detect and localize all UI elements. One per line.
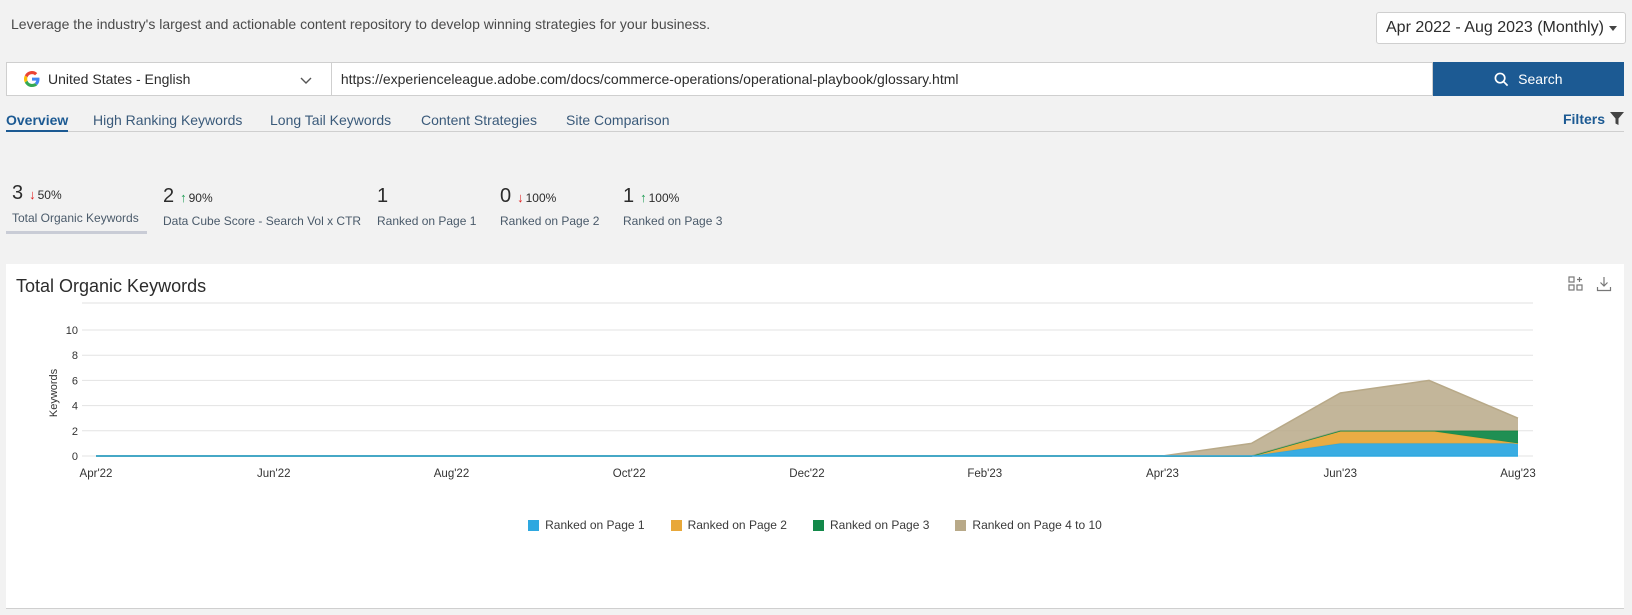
url-input[interactable] <box>330 62 1433 96</box>
caret-down-icon <box>1609 26 1617 31</box>
y-tick-label: 4 <box>72 401 78 413</box>
google-icon <box>24 71 40 87</box>
legend-label: Ranked on Page 3 <box>829 518 930 532</box>
legend-label: Ranked on Page 1 <box>545 518 645 532</box>
y-tick-label: 0 <box>72 451 78 463</box>
legend-item[interactable]: Ranked on Page 2 <box>670 518 787 532</box>
tab-site-comparison[interactable]: Site Comparison <box>566 112 670 128</box>
arrow-up-icon: ↑ <box>640 190 647 205</box>
search-bar: United States - English Search <box>6 62 1624 96</box>
search-icon <box>1494 72 1509 86</box>
chevron-down-icon <box>300 77 312 84</box>
y-tick-label: 8 <box>72 350 78 362</box>
page-tagline: Leverage the industry's largest and acti… <box>11 16 711 32</box>
chart-card: 0 2 4 6 8 10 Keywords Apr'22 Jun'22 Aug'22 Oct'22 D… <box>6 264 1624 609</box>
kpi-value: 3 <box>12 182 24 204</box>
x-tick-label: Apr'22 <box>80 468 113 480</box>
legend-swatch <box>670 519 682 531</box>
date-range-select[interactable]: Apr 2022 - Aug 2023 (Monthly) <box>1376 12 1626 44</box>
arrow-up-icon: ↑ <box>180 190 187 205</box>
filters-button[interactable]: Filters <box>1563 111 1624 127</box>
kpi-change: ↓ 100% <box>517 190 556 205</box>
legend-swatch <box>955 519 967 531</box>
x-tick-label: Dec'22 <box>789 468 824 480</box>
kpi-change-value: 100% <box>525 190 557 205</box>
filter-icon <box>1610 112 1624 125</box>
y-tick-label: 2 <box>72 426 78 438</box>
legend-label: Ranked on Page 4 to 10 <box>972 518 1102 532</box>
kpi-change-value: 50% <box>37 187 62 202</box>
x-tick-label: Aug'22 <box>434 468 469 480</box>
kpi-label: Data Cube Score - Search Vol x CTR <box>163 214 362 228</box>
kpi-data-cube-score[interactable]: 2 ↑ 90% Data Cube Score - Search Vol x CT… <box>163 185 361 228</box>
locale-value: United States - English <box>48 71 191 87</box>
x-tick-label: Jun'23 <box>1323 468 1357 480</box>
kpi-change: ↓ 50% <box>29 187 62 202</box>
add-to-dashboard-icon[interactable] <box>1568 276 1584 297</box>
x-tick-label: Aug'23 <box>1500 468 1535 480</box>
download-icon[interactable] <box>1596 276 1612 297</box>
kpi-change: ↑ 100% <box>640 190 679 205</box>
locale-select[interactable]: United States - English <box>6 62 331 96</box>
legend-item[interactable]: Ranked on Page 3 <box>812 518 930 532</box>
search-button[interactable]: Search <box>1432 62 1624 96</box>
kpi-value: 1 <box>377 185 389 207</box>
kpi-value: 1 <box>623 185 635 207</box>
kpi-change-value: 100% <box>648 190 680 205</box>
tab-content-strategies[interactable]: Content Strategies <box>421 112 537 128</box>
kpi-label: Ranked on Page 3 <box>623 214 723 228</box>
search-button-label: Search <box>1518 71 1563 87</box>
kpi-label: Ranked on Page 1 <box>377 214 477 228</box>
arrow-down-icon: ↓ <box>517 190 524 205</box>
legend-item[interactable]: Ranked on Page 4 to 10 <box>955 518 1102 532</box>
kpi-total-organic-keywords[interactable]: 3 ↓ 50% Total Organic Keywords <box>6 182 147 234</box>
kpi-change-value: 90% <box>188 190 213 205</box>
tab-overview[interactable]: Overview <box>6 112 69 132</box>
y-tick-label: 6 <box>72 375 78 387</box>
tab-bar: Overview High Ranking Keywords Long Tail… <box>6 108 1624 132</box>
legend-swatch <box>812 519 824 531</box>
chart-legend: Ranked on Page 1 Ranked on Page 2 Ranked o… <box>6 518 1624 532</box>
kpi-ranked-page-1[interactable]: 1 Ranked on Page 1 <box>377 185 476 228</box>
chart-title: Total Organic Keywords <box>16 276 207 296</box>
kpi-value: 2 <box>163 185 175 207</box>
x-tick-label: Jun'22 <box>257 468 291 480</box>
kpi-change: ↑ 90% <box>180 190 213 205</box>
tab-high-ranking-keywords[interactable]: High Ranking Keywords <box>93 112 242 128</box>
kpi-ranked-page-3[interactable]: 1 ↑ 100% Ranked on Page 3 <box>623 185 722 228</box>
arrow-down-icon: ↓ <box>29 187 36 202</box>
x-tick-label: Feb'23 <box>967 468 1002 480</box>
kpi-label: Ranked on Page 2 <box>500 214 600 228</box>
area-chart: 0 2 4 6 8 10 Keywords Apr'22 Jun'22 Aug'22 Oct'22 D… <box>48 302 1536 480</box>
x-tick-label: Apr'23 <box>1146 468 1179 480</box>
x-tick-label: Oct'22 <box>613 468 646 480</box>
date-range-value: Apr 2022 - Aug 2023 (Monthly) <box>1386 19 1604 36</box>
legend-item[interactable]: Ranked on Page 1 <box>528 518 645 532</box>
legend-label: Ranked on Page 2 <box>687 518 787 532</box>
y-tick-label: 10 <box>66 325 78 337</box>
tab-long-tail-keywords[interactable]: Long Tail Keywords <box>270 112 391 128</box>
kpi-label: Total Organic Keywords <box>12 211 139 225</box>
legend-swatch <box>528 519 540 531</box>
y-axis-label: Keywords <box>48 368 60 417</box>
kpi-value: 0 <box>500 185 512 207</box>
kpi-ranked-page-2[interactable]: 0 ↓ 100% Ranked on Page 2 <box>500 185 599 228</box>
chart-card-actions <box>1568 276 1612 297</box>
filters-label: Filters <box>1562 111 1605 127</box>
